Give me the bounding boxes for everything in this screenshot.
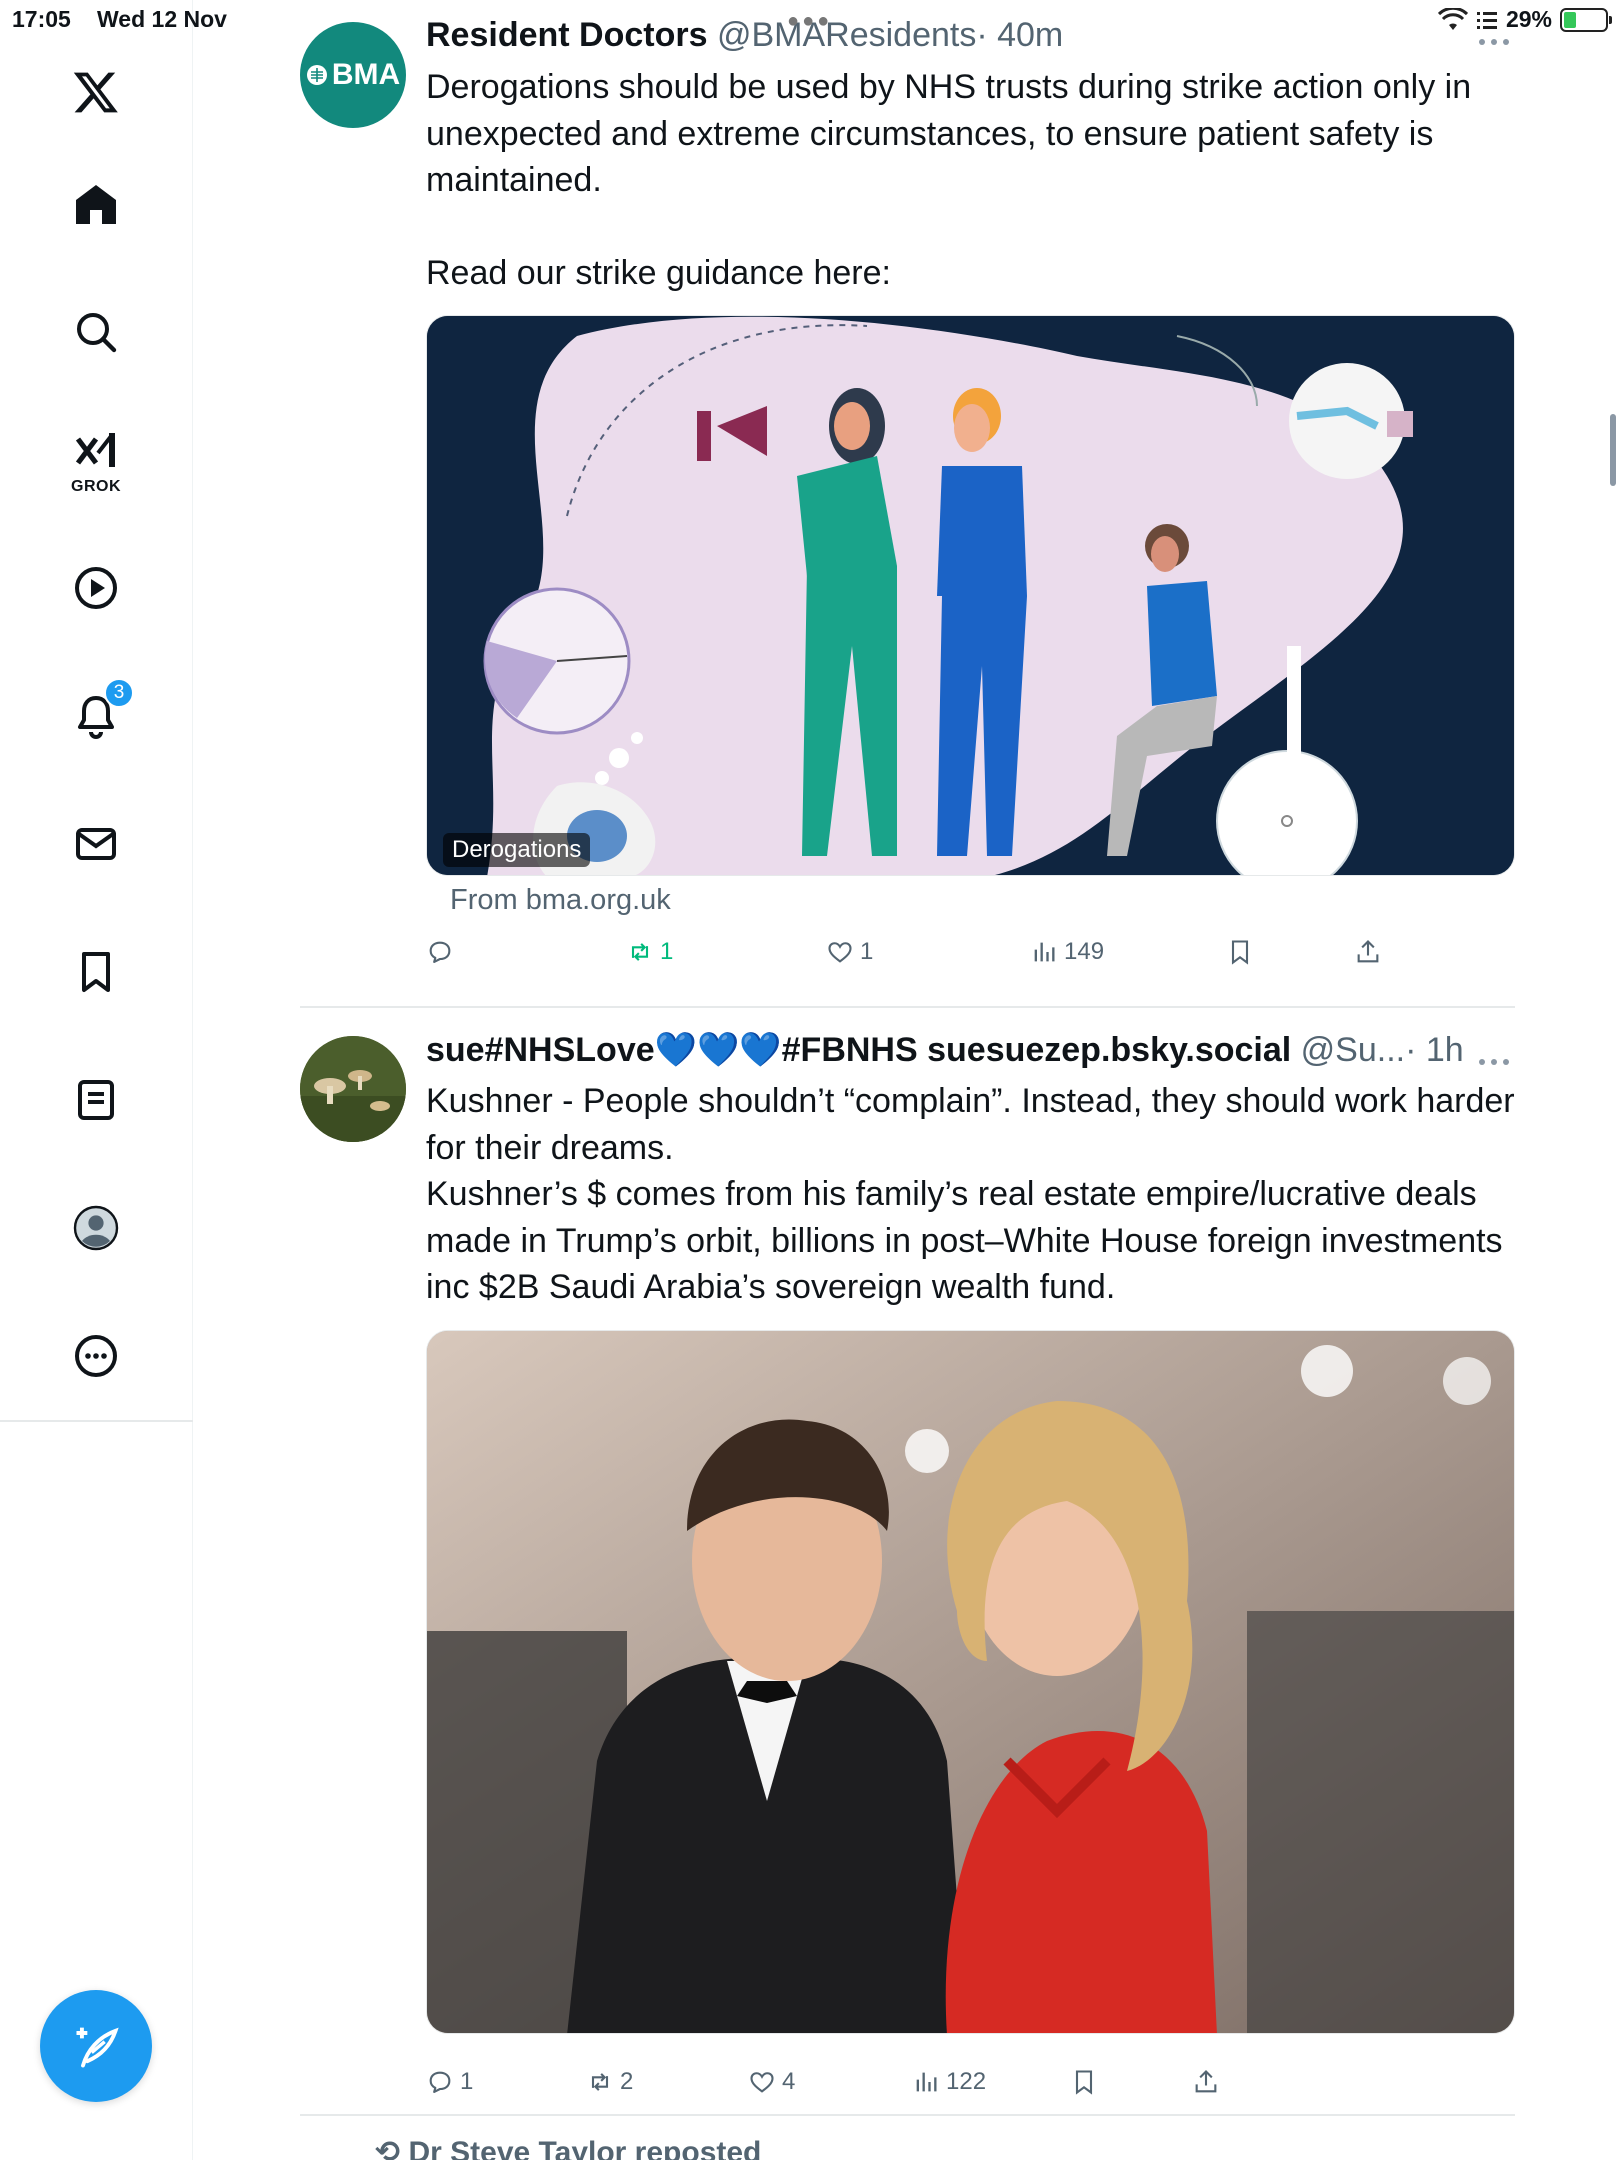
repost-note-icon: ⟲ — [375, 2136, 409, 2160]
bma-emblem-icon — [306, 65, 327, 85]
repost-button[interactable]: 2 — [586, 2068, 633, 2096]
tweet-header: sue#NHSLove💙💙💙#FBNHS suesuezep.bsky.soci… — [426, 1030, 1464, 1070]
messages-mail-icon[interactable] — [56, 804, 136, 884]
notifications-bell-icon[interactable]: 3 — [56, 676, 136, 756]
repost-button[interactable]: 1 — [626, 938, 673, 966]
status-right: 29% — [1437, 6, 1612, 33]
like-button[interactable]: 4 — [748, 2068, 795, 2096]
like-count: 4 — [782, 2068, 796, 2095]
couple-photo-image — [427, 1331, 1514, 2033]
home-icon[interactable] — [56, 164, 136, 244]
sidebar-divider — [0, 1420, 193, 1422]
view-count: 149 — [1064, 938, 1105, 965]
grok-label: GROK — [71, 478, 121, 495]
views-chart-icon — [1034, 942, 1055, 962]
bookmark-icon — [1075, 2070, 1093, 2095]
lists-icon[interactable] — [56, 1060, 136, 1140]
views-button[interactable]: 122 — [912, 2068, 986, 2096]
like-button[interactable]: 1 — [826, 938, 873, 966]
share-button[interactable] — [1354, 938, 1382, 966]
heart-icon — [750, 2072, 774, 2093]
repost-count: 1 — [660, 938, 674, 965]
share-icon — [1357, 940, 1379, 963]
status-time: 17:05 — [12, 6, 71, 32]
scrollbar[interactable] — [1610, 414, 1616, 486]
search-icon[interactable] — [56, 292, 136, 372]
share-button[interactable] — [1192, 2068, 1220, 2096]
views-chart-icon — [916, 2072, 937, 2092]
x-logo-icon[interactable] — [56, 52, 136, 132]
battery-icon — [1560, 7, 1612, 32]
status-date: Wed 12 Nov — [97, 6, 227, 32]
bookmark-button[interactable] — [1226, 938, 1254, 966]
list-icon — [1476, 11, 1497, 29]
share-icon — [1195, 2070, 1217, 2093]
avatar-text: BMA — [331, 58, 401, 91]
views-button[interactable]: 149 — [1030, 938, 1104, 966]
reply-button[interactable] — [426, 938, 460, 966]
repost-icon — [591, 2073, 609, 2091]
tweet-text: Derogations should be used by NHS trusts… — [426, 68, 1472, 292]
profile-icon[interactable] — [56, 1188, 136, 1268]
tweet-actions: 1 1 149 — [426, 938, 1426, 978]
repost-count: 2 — [620, 2068, 634, 2095]
tweet-text: Kushner - People shouldn’t “complain”. I… — [426, 1082, 1515, 1306]
more-icon[interactable] — [1474, 1052, 1514, 1072]
sidebar: GROK 3 — [0, 0, 193, 2160]
card-label: Derogations — [443, 833, 591, 867]
battery-percent: 29% — [1505, 6, 1552, 32]
notification-count-badge: 3 — [104, 678, 134, 708]
repost-icon — [631, 943, 649, 961]
derogations-illustration — [427, 316, 1514, 875]
heart-icon — [828, 942, 852, 963]
bookmark-icon[interactable] — [56, 932, 136, 1012]
reply-button[interactable]: 1 — [426, 2068, 473, 2096]
battery-fill — [1564, 11, 1576, 28]
display-name[interactable]: sue#NHSLove💙💙💙#FBNHS suesuezep.bsky.soci… — [426, 1031, 1291, 1069]
compose-feather-icon — [76, 2027, 119, 2068]
compose-button[interactable] — [40, 1990, 152, 2102]
handle[interactable]: @Su... — [1301, 1031, 1405, 1069]
like-count: 1 — [860, 938, 874, 965]
video-play-icon[interactable] — [56, 548, 136, 628]
status-bar: 17:05 Wed 12 Nov ●●● 29% — [0, 0, 1620, 40]
more-options-icon[interactable] — [56, 1316, 136, 1396]
tweet-divider — [300, 1006, 1515, 1008]
timestamp[interactable]: · 1h — [1405, 1031, 1464, 1069]
grok-icon[interactable]: GROK — [56, 420, 136, 500]
reply-icon — [429, 2071, 451, 2093]
wifi-icon — [1437, 7, 1468, 30]
tweet-photo[interactable] — [426, 1330, 1515, 2034]
link-card-image[interactable]: Derogations — [426, 315, 1515, 876]
bookmark-icon — [1231, 940, 1249, 965]
card-source[interactable]: From bma.org.uk — [450, 884, 671, 917]
reply-icon — [429, 941, 451, 963]
multitasking-dots-icon[interactable]: ●●● — [787, 10, 832, 33]
repost-note-text: Dr Steve Taylor reposted — [408, 2136, 762, 2160]
repost-note: ⟲ Dr Steve Taylor reposted — [375, 2135, 761, 2160]
view-count: 122 — [946, 2068, 987, 2095]
mushroom-avatar-image — [300, 1036, 406, 1142]
reply-count: 1 — [460, 2068, 474, 2095]
bookmark-button[interactable] — [1070, 2068, 1098, 2096]
tweet-divider — [300, 2114, 1515, 2116]
avatar[interactable] — [300, 1036, 406, 1142]
tweet-actions: 1 2 4 122 — [426, 2068, 1426, 2108]
